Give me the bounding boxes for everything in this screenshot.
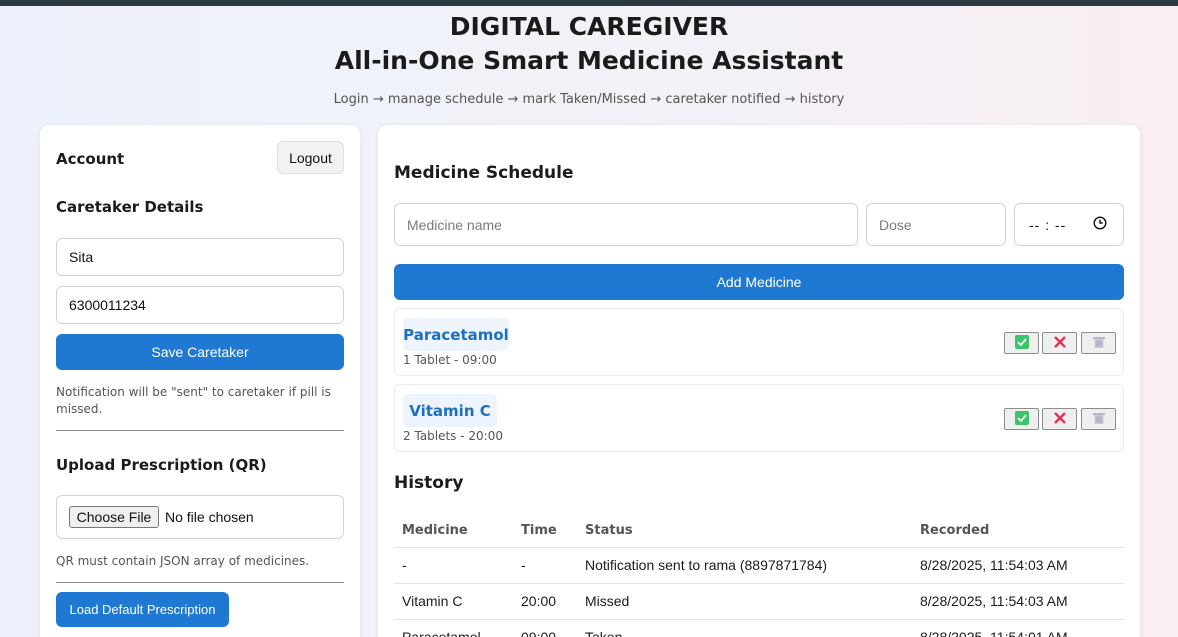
medicine-meta: 1 Tablet - 09:00 <box>403 353 497 367</box>
save-caretaker-button[interactable]: Save Caretaker <box>56 334 344 370</box>
column-header: Recorded <box>912 515 1124 548</box>
medicine-item: Vitamin C 2 Tablets - 20:00 <box>394 384 1124 452</box>
trash-icon <box>1092 410 1106 429</box>
account-panel: Account Logout Caretaker Details Sita 63… <box>40 125 360 637</box>
cell-status: Notification sent to rama (8897871784) <box>577 547 912 584</box>
cell-time: 20:00 <box>513 583 577 620</box>
medicine-name: Vitamin C <box>403 394 497 427</box>
load-default-prescription-button[interactable]: Load Default Prescription <box>56 592 229 627</box>
account-heading: Account <box>56 150 125 168</box>
table-row: - - Notification sent to rama (889787178… <box>394 547 1124 584</box>
caretaker-note: Notification will be "sent" to caretaker… <box>56 385 331 416</box>
schedule-heading: Medicine Schedule <box>394 163 574 183</box>
medicine-name-input[interactable]: Medicine name <box>394 203 858 246</box>
cell-recorded: 8/28/2025, 11:54:03 AM <box>912 583 1124 620</box>
cell-recorded: 8/28/2025, 11:54:03 AM <box>912 547 1124 584</box>
top-bar <box>0 0 1178 6</box>
cell-time: 09:00 <box>513 619 577 637</box>
table-row: Paracetamol 09:00 Taken 8/28/2025, 11:54… <box>394 619 1124 637</box>
delete-medicine-button[interactable] <box>1081 408 1116 430</box>
file-upload-field: Choose File No file chosen <box>56 495 344 539</box>
mark-taken-button[interactable] <box>1004 408 1039 430</box>
time-placeholder: -- : -- <box>1029 216 1067 233</box>
cross-icon <box>1053 410 1067 429</box>
schedule-panel: Medicine Schedule Medicine name Dose -- … <box>378 125 1140 637</box>
history-heading: History <box>394 473 464 493</box>
caretaker-heading: Caretaker Details <box>56 198 204 216</box>
file-status: No file chosen <box>165 509 254 525</box>
prescription-heading: Upload Prescription (QR) <box>56 456 267 474</box>
delete-medicine-button[interactable] <box>1081 332 1116 354</box>
cell-medicine: - <box>394 547 513 584</box>
workflow-hint: Login → manage schedule → mark Taken/Mis… <box>333 92 845 107</box>
logout-button[interactable]: Logout <box>277 141 344 174</box>
column-header: Medicine <box>394 515 513 548</box>
divider <box>56 582 344 583</box>
mark-taken-button[interactable] <box>1004 332 1039 354</box>
choose-file-button[interactable]: Choose File <box>69 506 159 528</box>
history-table: Medicine Time Status Recorded - - Notifi… <box>394 515 1124 637</box>
medicine-item: Paracetamol 1 Tablet - 09:00 <box>394 308 1124 376</box>
cell-time: - <box>513 547 577 584</box>
column-header: Time <box>513 515 577 548</box>
medicine-meta: 2 Tablets - 20:00 <box>403 429 503 443</box>
divider <box>56 430 344 431</box>
cell-medicine: Paracetamol <box>394 619 513 637</box>
app-subtitle-title: All-in-One Smart Medicine Assistant <box>334 46 844 75</box>
caretaker-phone-field[interactable]: 6300011234 <box>56 286 344 324</box>
check-icon <box>1014 334 1029 353</box>
check-icon <box>1014 410 1029 429</box>
mark-missed-button[interactable] <box>1042 332 1077 354</box>
cell-recorded: 8/28/2025, 11:54:01 AM <box>912 619 1124 637</box>
trash-icon <box>1092 334 1106 353</box>
mark-missed-button[interactable] <box>1042 408 1077 430</box>
cell-medicine: Vitamin C <box>394 583 513 620</box>
time-input[interactable]: -- : -- <box>1014 203 1124 246</box>
cell-status: Missed <box>577 583 912 620</box>
medicine-name: Paracetamol <box>403 318 509 351</box>
caretaker-name-field[interactable]: Sita <box>56 238 344 276</box>
table-row: Vitamin C 20:00 Missed 8/28/2025, 11:54:… <box>394 583 1124 620</box>
column-header: Status <box>577 515 912 548</box>
dose-input[interactable]: Dose <box>866 203 1006 246</box>
add-medicine-button[interactable]: Add Medicine <box>394 264 1124 300</box>
cell-status: Taken <box>577 619 912 637</box>
app-title: DIGITAL CAREGIVER <box>449 12 729 41</box>
cross-icon <box>1053 334 1067 353</box>
table-header-row: Medicine Time Status Recorded <box>394 515 1124 548</box>
clock-icon <box>1093 216 1107 233</box>
qr-note: QR must contain JSON array of medicines. <box>56 554 310 568</box>
